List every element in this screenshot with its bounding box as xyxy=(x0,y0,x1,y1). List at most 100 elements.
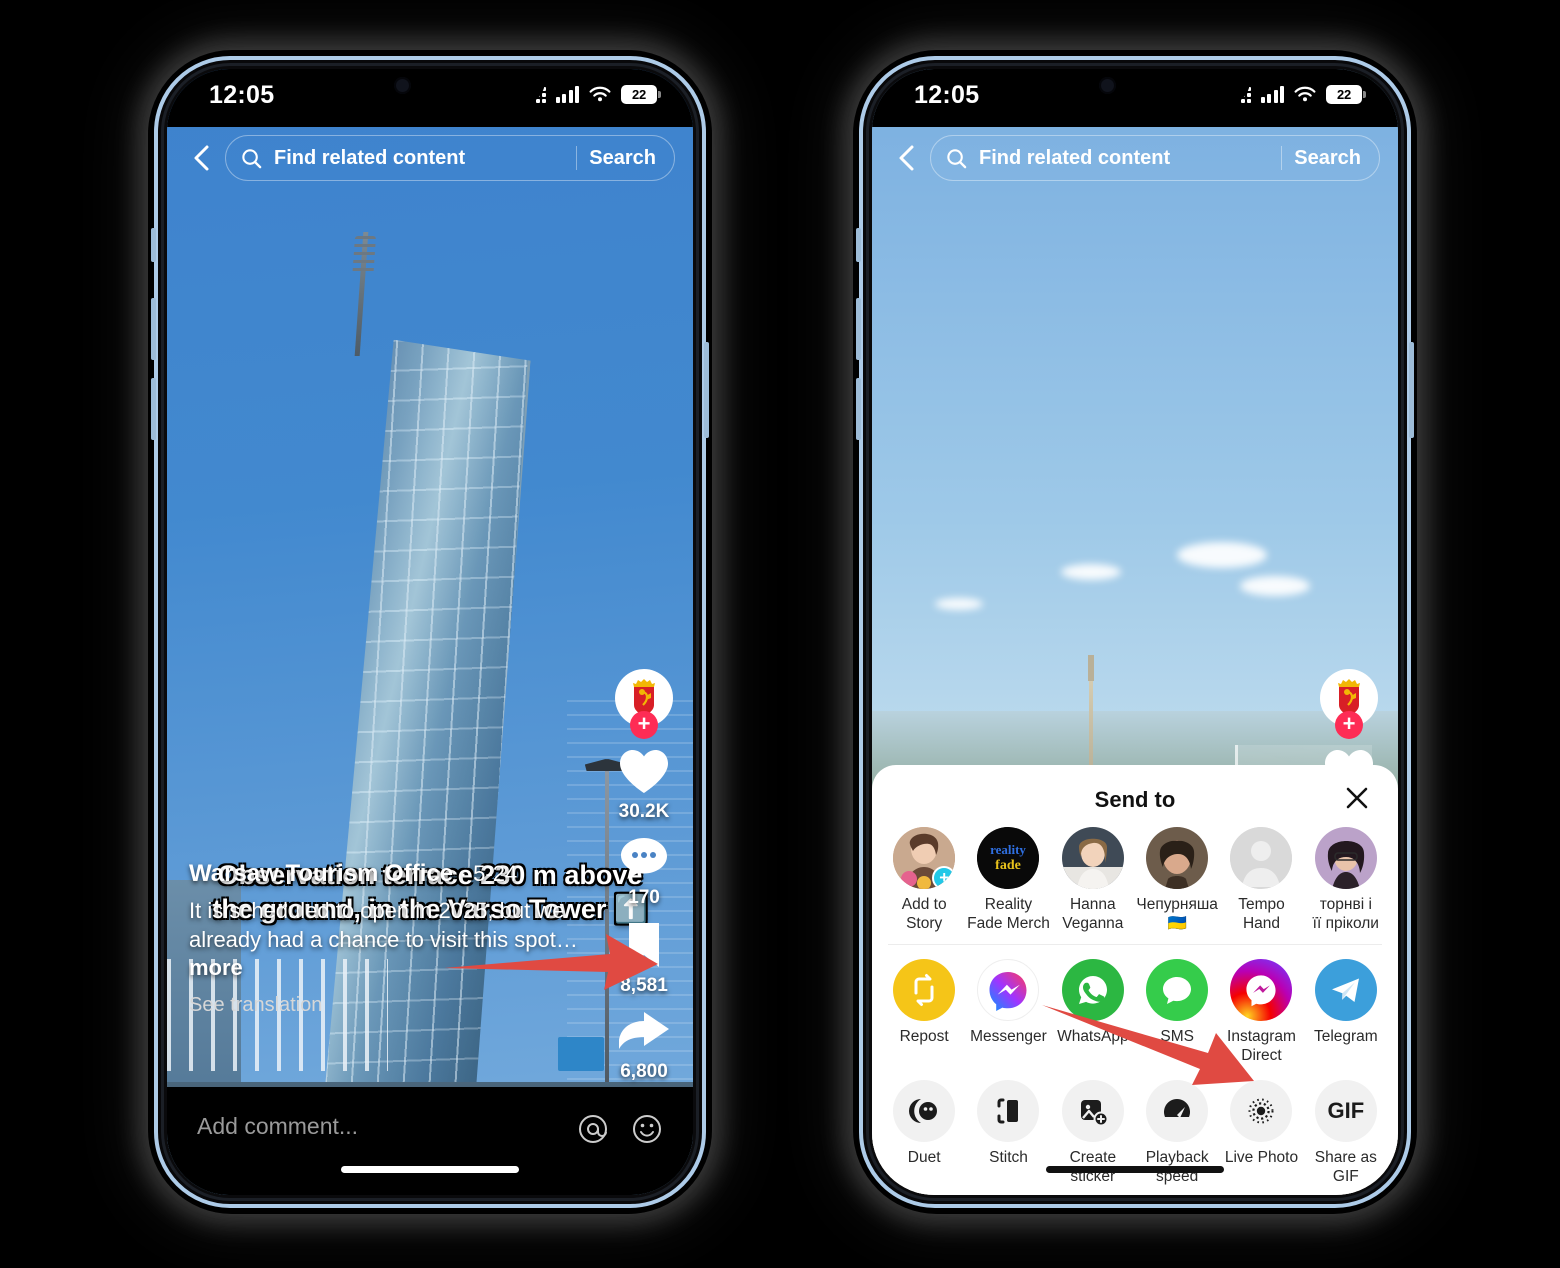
repost-icon xyxy=(893,958,956,1021)
heart-like-icon xyxy=(620,750,668,793)
share-app-telegram[interactable]: Telegram xyxy=(1304,945,1388,1066)
status-time: 12:05 xyxy=(914,81,980,109)
power-button[interactable] xyxy=(1409,342,1414,438)
contact-avatar-placeholder xyxy=(1230,827,1293,889)
share-target-add-to-story[interactable]: + Add to Story xyxy=(882,813,966,934)
contact-name-line2: Fade Merch xyxy=(967,914,1050,932)
profile-avatar[interactable]: + xyxy=(613,669,675,739)
share-target-hanna-veganna[interactable]: Hanna Veganna xyxy=(1051,813,1135,934)
signal-bars-icon xyxy=(555,86,579,103)
author-row[interactable]: Warsaw Tourism Office · 5-24 xyxy=(189,860,629,888)
divider xyxy=(1280,146,1283,170)
contact-name-line2: 🇺🇦 xyxy=(1167,914,1187,932)
app-label: Repost xyxy=(899,1027,949,1045)
contact-name-line2: Hand xyxy=(1242,914,1281,932)
tool-label: Stitch xyxy=(989,1148,1028,1166)
phone-screen-left: 12:05 22 Find related content Search Obs… xyxy=(167,69,693,1195)
tool-label: Share as GIF xyxy=(1314,1148,1377,1185)
search-icon xyxy=(242,148,262,168)
tool-duet[interactable]: Duet xyxy=(882,1066,966,1187)
tool-label: Live Photo xyxy=(1224,1148,1299,1166)
like-button[interactable]: 30.2K xyxy=(613,747,675,823)
search-header: Find related content Search xyxy=(872,127,1398,189)
follow-plus-button[interactable]: + xyxy=(1335,711,1363,739)
battery-level: 22 xyxy=(1336,87,1352,102)
silent-switch[interactable] xyxy=(856,228,861,262)
share-app-repost[interactable]: Repost xyxy=(882,945,966,1066)
more-link[interactable]: more xyxy=(189,955,243,980)
contact-avatar-tornvi xyxy=(1314,827,1377,889)
status-time: 12:05 xyxy=(209,81,275,109)
svg-text:reality: reality xyxy=(991,842,1027,857)
back-chevron-icon[interactable] xyxy=(890,141,924,175)
power-button[interactable] xyxy=(704,342,709,438)
battery-icon: 22 xyxy=(1326,85,1366,104)
search-placeholder: Find related content xyxy=(979,146,1171,169)
search-button[interactable]: Search xyxy=(1294,147,1365,170)
contact-name-line1: Чепурняша xyxy=(1136,896,1218,913)
duet-icon xyxy=(893,1079,956,1142)
post-date: · 5-24 xyxy=(459,861,518,887)
screenshot-stage: 12:05 22 Find related content Search Obs… xyxy=(0,0,1560,1268)
svg-text:fade: fade xyxy=(996,858,1022,873)
search-header: Find related content Search xyxy=(167,127,693,189)
plus-badge: + xyxy=(932,866,956,889)
arrow-to-live-photo xyxy=(1042,1005,1254,1085)
share-target-chepurnyasha[interactable]: Чепурняша 🇺🇦 xyxy=(1135,813,1219,934)
close-x-icon[interactable] xyxy=(1342,783,1372,813)
silent-switch[interactable] xyxy=(151,228,156,262)
search-input[interactable]: Find related content Search xyxy=(225,135,675,181)
add-to-story-avatar: + xyxy=(893,827,956,889)
volume-down-button[interactable] xyxy=(151,378,156,440)
volume-up-button[interactable] xyxy=(856,298,861,360)
divider xyxy=(575,146,578,170)
volume-down-button[interactable] xyxy=(856,378,861,440)
arrow-to-share-button xyxy=(444,934,658,990)
at-mention-icon[interactable] xyxy=(577,1113,609,1145)
phone-mockup-left: 12:05 22 Find related content Search Obs… xyxy=(140,42,720,1222)
app-label: Telegram xyxy=(1313,1027,1378,1045)
notch xyxy=(1020,69,1250,105)
comment-input-placeholder[interactable]: Add comment... xyxy=(197,1113,577,1140)
emoji-smiley-icon[interactable] xyxy=(631,1113,663,1145)
battery-icon: 22 xyxy=(621,85,661,104)
search-placeholder: Find related content xyxy=(274,146,466,169)
home-indicator[interactable] xyxy=(1046,1166,1224,1173)
follow-plus-button[interactable]: + xyxy=(630,711,658,739)
like-count: 30.2K xyxy=(618,801,670,822)
app-label: Messenger xyxy=(970,1027,1047,1045)
share-arrow-icon xyxy=(619,1012,669,1049)
battery-level: 22 xyxy=(631,87,647,102)
share-target-reality-fade-merch[interactable]: reality fade Reality Fade Merch xyxy=(966,813,1050,934)
comment-bar[interactable]: Add comment... xyxy=(167,1087,693,1195)
share-target-tempo-hand[interactable]: Tempo Hand xyxy=(1219,813,1303,934)
contact-name-line1: Reality xyxy=(984,896,1033,913)
comment-button[interactable]: 170 xyxy=(613,835,675,909)
search-input[interactable]: Find related content Search xyxy=(930,135,1380,181)
search-button[interactable]: Search xyxy=(589,147,660,170)
wifi-icon xyxy=(1294,86,1316,102)
share-sheet: Send to + Add to Story reality fade Real… xyxy=(872,765,1398,1195)
sheet-title: Send to xyxy=(1094,787,1176,812)
contact-name-line2: Story xyxy=(906,914,943,932)
share-button[interactable]: 6,800 xyxy=(613,1009,675,1083)
share-target-tornvi[interactable]: торнві і її пріколи xyxy=(1304,813,1388,934)
volume-up-button[interactable] xyxy=(151,298,156,360)
home-indicator[interactable] xyxy=(341,1166,519,1173)
messenger-icon xyxy=(977,958,1040,1021)
comment-count: 170 xyxy=(628,887,660,908)
share-count: 6,800 xyxy=(620,1061,668,1082)
profile-avatar[interactable]: + xyxy=(1318,669,1380,739)
tool-share-as-gif[interactable]: GIF Share as GIF xyxy=(1304,1066,1388,1187)
share-as-gif-icon: GIF xyxy=(1314,1079,1377,1142)
front-camera-icon xyxy=(394,77,411,94)
contact-name-line1: торнві і xyxy=(1319,896,1372,913)
tool-stitch[interactable]: Stitch xyxy=(966,1066,1050,1187)
tool-label: Duet xyxy=(907,1148,941,1166)
share-app-messenger[interactable]: Messenger xyxy=(966,945,1050,1066)
contact-name-line1: Hanna xyxy=(1069,896,1116,913)
comment-bubble-icon xyxy=(621,838,667,879)
author-name: Warsaw Tourism Office xyxy=(189,860,454,888)
back-chevron-icon[interactable] xyxy=(185,141,219,175)
contacts-row: + Add to Story reality fade Reality Fade… xyxy=(872,813,1398,934)
